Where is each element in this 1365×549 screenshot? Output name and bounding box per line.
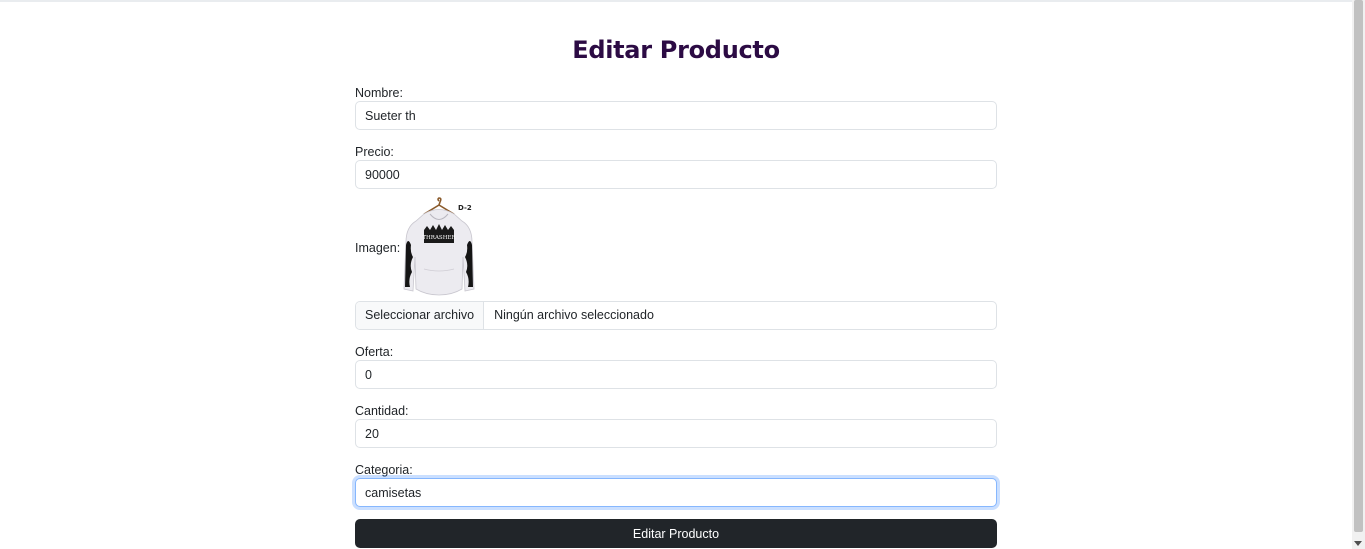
- categoria-input[interactable]: [355, 478, 997, 507]
- precio-label: Precio:: [355, 145, 394, 159]
- oferta-input[interactable]: [355, 360, 997, 389]
- page: Editar Producto Nombre: Precio: Imagen: …: [0, 0, 1352, 549]
- scrollbar-thumb[interactable]: [1354, 0, 1363, 532]
- product-image: D-2 THRASHER: [402, 197, 476, 299]
- page-title: Editar Producto: [572, 36, 780, 64]
- file-status-text: Ningún archivo seleccionado: [494, 308, 654, 322]
- svg-text:THRASHER: THRASHER: [423, 235, 457, 241]
- select-file-button[interactable]: Seleccionar archivo: [356, 302, 485, 329]
- oferta-label: Oferta:: [355, 345, 394, 359]
- image-row: Imagen: D-2 THRASHER: [355, 197, 476, 299]
- precio-input[interactable]: [355, 160, 997, 189]
- image-file-input[interactable]: Seleccionar archivo Ningún archivo selec…: [355, 301, 997, 330]
- imagen-label: Imagen:: [355, 241, 401, 255]
- categoria-label: Categoria:: [355, 463, 413, 477]
- edit-product-button[interactable]: Editar Producto: [355, 519, 997, 548]
- cantidad-label: Cantidad:: [355, 404, 409, 418]
- image-tag: D-2: [458, 204, 472, 212]
- hoodie-image: D-2 THRASHER: [403, 197, 475, 296]
- top-divider: [0, 0, 1352, 2]
- nombre-input[interactable]: [355, 101, 997, 130]
- cantidad-input[interactable]: [355, 419, 997, 448]
- vertical-scrollbar[interactable]: [1352, 0, 1365, 549]
- scroll-down-icon[interactable]: [1354, 541, 1362, 546]
- nombre-label: Nombre:: [355, 86, 403, 100]
